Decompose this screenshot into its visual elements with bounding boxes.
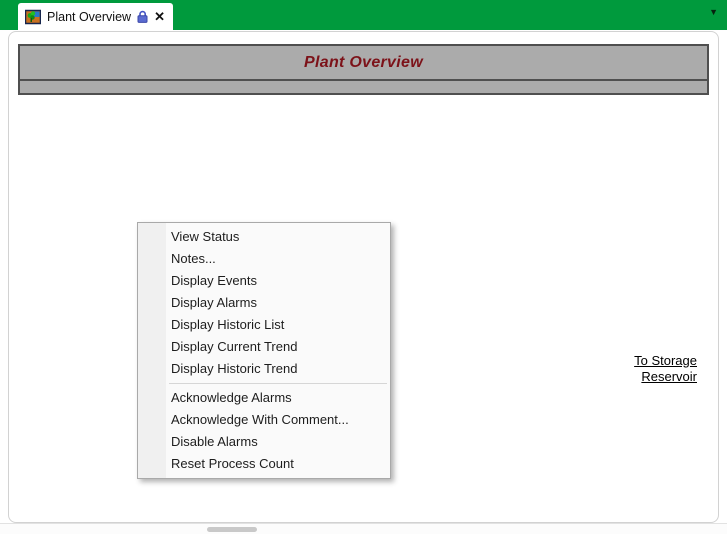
to-storage-line2: Reservoir	[641, 369, 697, 384]
horizontal-scrollbar-thumb[interactable]	[207, 527, 257, 532]
menu-item-acknowledge-with-comment[interactable]: Acknowledge With Comment...	[138, 409, 390, 431]
tab-bar: Plant Overview ✕ ▼	[0, 0, 727, 30]
menu-item-display-historic-list[interactable]: Display Historic List	[138, 314, 390, 336]
to-storage-reservoir-label: To Storage Reservoir	[600, 353, 697, 385]
tab-title: Plant Overview	[47, 10, 131, 24]
title-banner-sub	[18, 81, 709, 95]
context-menu: View Status Notes... Display Events Disp…	[137, 222, 391, 479]
title-banner: Plant Overview	[18, 44, 709, 95]
menu-item-notes[interactable]: Notes...	[138, 248, 390, 270]
lock-icon	[137, 10, 148, 23]
menu-separator	[169, 383, 387, 384]
to-storage-line1: To Storage	[634, 353, 697, 368]
menu-item-display-historic-trend[interactable]: Display Historic Trend	[138, 358, 390, 380]
tab-close-icon[interactable]: ✕	[154, 10, 165, 23]
menu-item-reset-process-count[interactable]: Reset Process Count	[138, 453, 390, 475]
menu-item-display-current-trend[interactable]: Display Current Trend	[138, 336, 390, 358]
menu-item-acknowledge-alarms[interactable]: Acknowledge Alarms	[138, 387, 390, 409]
page-title: Plant Overview	[304, 54, 423, 72]
plant-picture-icon	[25, 9, 41, 25]
title-banner-main: Plant Overview	[18, 44, 709, 81]
menu-item-display-alarms[interactable]: Display Alarms	[138, 292, 390, 314]
menu-item-display-events[interactable]: Display Events	[138, 270, 390, 292]
menu-item-disable-alarms[interactable]: Disable Alarms	[138, 431, 390, 453]
tab-plant-overview[interactable]: Plant Overview ✕	[18, 3, 173, 30]
tab-list-dropdown-icon[interactable]: ▼	[709, 8, 718, 17]
horizontal-scrollbar[interactable]	[0, 523, 727, 534]
menu-item-view-status[interactable]: View Status	[138, 226, 390, 248]
